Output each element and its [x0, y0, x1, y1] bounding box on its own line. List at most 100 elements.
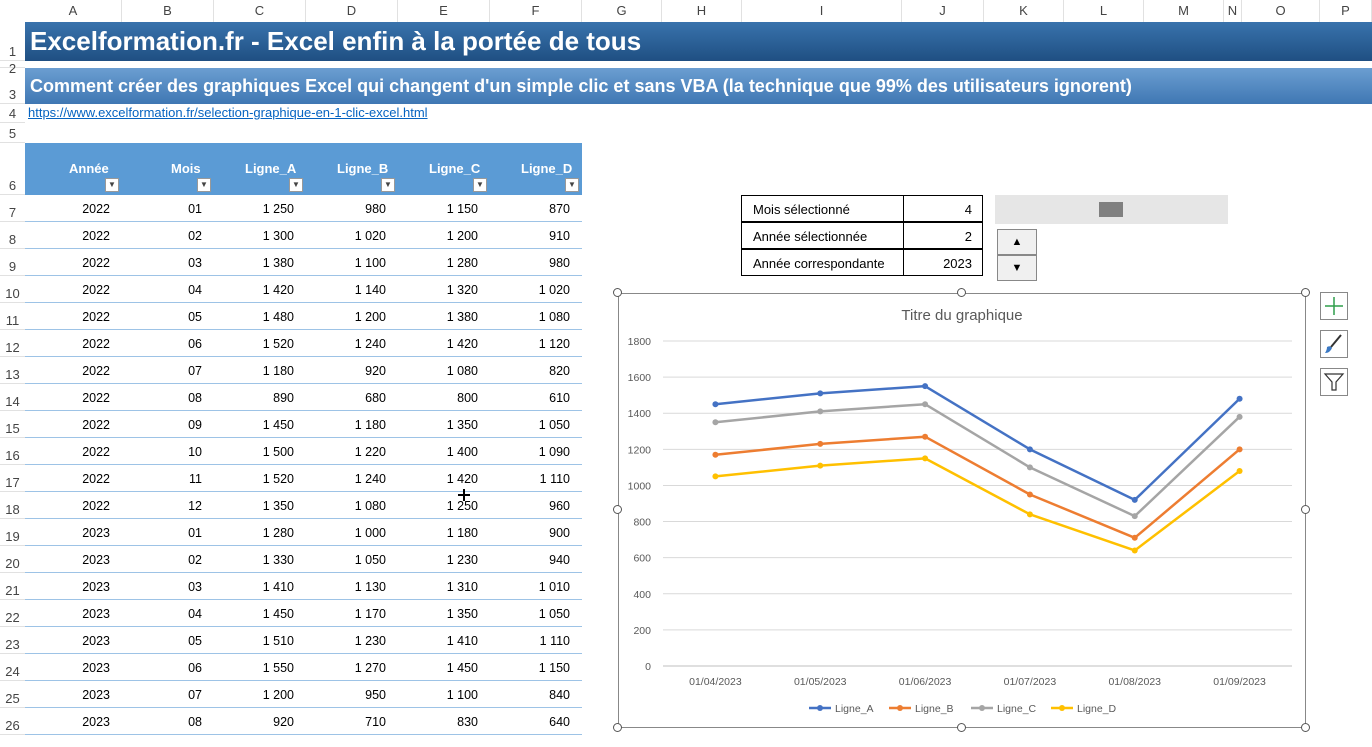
table-cell[interactable]: 1 520 [263, 472, 294, 486]
table-cell[interactable]: 1 350 [447, 418, 478, 432]
column-header-b[interactable]: B [122, 0, 214, 22]
table-cell[interactable]: 12 [188, 499, 202, 513]
table-cell[interactable]: 1 320 [447, 283, 478, 297]
table-cell[interactable]: 1 140 [355, 283, 386, 297]
table-cell[interactable]: 1 450 [263, 418, 294, 432]
table-cell[interactable]: 1 200 [263, 688, 294, 702]
table-cell[interactable]: 1 520 [263, 337, 294, 351]
table-cell[interactable]: 890 [273, 391, 294, 405]
row-header-2[interactable]: 2 [0, 61, 25, 76]
column-header-a[interactable]: A [25, 0, 122, 22]
chart-styles-button[interactable] [1320, 330, 1348, 358]
table-cell[interactable]: 1 130 [355, 580, 386, 594]
table-cell[interactable]: 2022 [82, 229, 110, 243]
table-cell[interactable]: 1 380 [447, 310, 478, 324]
chart-filters-button[interactable] [1320, 368, 1348, 396]
table-cell[interactable]: 1 120 [539, 337, 570, 351]
table-cell[interactable]: 1 420 [263, 283, 294, 297]
table-cell[interactable]: 09 [188, 418, 202, 432]
row-header-14[interactable]: 14 [0, 384, 25, 411]
chart-resize-handle[interactable] [1301, 723, 1310, 732]
table-cell[interactable]: 1 510 [263, 634, 294, 648]
filter-dropdown-button[interactable]: ▼ [105, 178, 119, 192]
filter-dropdown-button[interactable]: ▼ [381, 178, 395, 192]
table-cell[interactable]: 2023 [82, 526, 110, 540]
table-cell[interactable]: 2022 [82, 310, 110, 324]
table-cell[interactable]: 01 [188, 526, 202, 540]
table-cell[interactable]: 1 250 [447, 499, 478, 513]
table-cell[interactable]: 08 [188, 391, 202, 405]
table-cell[interactable]: 640 [549, 715, 570, 729]
table-cell[interactable]: 1 280 [263, 526, 294, 540]
table-cell[interactable]: 800 [457, 391, 478, 405]
table-cell[interactable]: 920 [365, 364, 386, 378]
row-header-8[interactable]: 8 [0, 222, 25, 249]
table-cell[interactable]: 840 [549, 688, 570, 702]
table-cell[interactable]: 01 [188, 202, 202, 216]
chart-resize-handle[interactable] [957, 288, 966, 297]
table-cell[interactable]: 1 450 [447, 661, 478, 675]
column-header-e[interactable]: E [398, 0, 490, 22]
filter-dropdown-button[interactable]: ▼ [473, 178, 487, 192]
column-header-d[interactable]: D [306, 0, 398, 22]
table-cell[interactable]: 2023 [82, 553, 110, 567]
row-header-25[interactable]: 25 [0, 681, 25, 708]
table-cell[interactable]: 1 150 [539, 661, 570, 675]
table-cell[interactable]: 2022 [82, 202, 110, 216]
table-cell[interactable]: 940 [549, 553, 570, 567]
column-header-m[interactable]: M [1144, 0, 1224, 22]
table-cell[interactable]: 1 020 [539, 283, 570, 297]
table-cell[interactable]: 820 [549, 364, 570, 378]
table-cell[interactable]: 11 [189, 472, 202, 486]
table-cell[interactable]: 2022 [82, 472, 110, 486]
table-cell[interactable]: 1 170 [355, 607, 386, 621]
table-cell[interactable]: 1 410 [447, 634, 478, 648]
table-cell[interactable]: 1 250 [263, 202, 294, 216]
table-cell[interactable]: 1 270 [355, 661, 386, 675]
row-header-5[interactable]: 5 [0, 123, 25, 143]
row-header-17[interactable]: 17 [0, 465, 25, 492]
table-cell[interactable]: 1 550 [263, 661, 294, 675]
table-cell[interactable]: 1 240 [355, 337, 386, 351]
table-cell[interactable]: 1 200 [355, 310, 386, 324]
month-scrollbar[interactable] [995, 195, 1228, 224]
table-cell[interactable]: 1 110 [540, 634, 570, 648]
column-header-i[interactable]: I [742, 0, 902, 22]
table-cell[interactable]: 10 [188, 445, 202, 459]
table-cell[interactable]: 1 230 [447, 553, 478, 567]
table-cell[interactable]: 1 380 [263, 256, 294, 270]
table-cell[interactable]: 03 [188, 256, 202, 270]
table-cell[interactable]: 900 [549, 526, 570, 540]
spin-up-button[interactable]: ▲ [997, 229, 1037, 255]
info-value[interactable]: 4 [965, 202, 972, 217]
table-cell[interactable]: 1 230 [355, 634, 386, 648]
row-header-12[interactable]: 12 [0, 330, 25, 357]
table-cell[interactable]: 1 100 [447, 688, 478, 702]
table-cell[interactable]: 1 090 [539, 445, 570, 459]
table-cell[interactable]: 1 110 [540, 472, 570, 486]
row-header-20[interactable]: 20 [0, 546, 25, 573]
article-link[interactable]: https://www.excelformation.fr/selection-… [28, 105, 428, 120]
table-cell[interactable]: 2022 [82, 445, 110, 459]
table-cell[interactable]: 1 420 [447, 472, 478, 486]
table-cell[interactable]: 02 [188, 229, 202, 243]
table-cell[interactable]: 1 200 [447, 229, 478, 243]
table-cell[interactable]: 04 [188, 283, 202, 297]
table-cell[interactable]: 1 280 [447, 256, 478, 270]
column-header-h[interactable]: H [662, 0, 742, 22]
column-header-j[interactable]: J [902, 0, 984, 22]
chart-resize-handle[interactable] [957, 723, 966, 732]
table-cell[interactable]: 1 000 [355, 526, 386, 540]
table-cell[interactable]: 2023 [82, 661, 110, 675]
table-cell[interactable]: 2023 [82, 715, 110, 729]
table-cell[interactable]: 1 180 [355, 418, 386, 432]
info-value[interactable]: 2023 [943, 256, 972, 271]
table-cell[interactable]: 1 450 [263, 607, 294, 621]
table-cell[interactable]: 04 [188, 607, 202, 621]
row-header-22[interactable]: 22 [0, 600, 25, 627]
table-cell[interactable]: 1 080 [355, 499, 386, 513]
table-cell[interactable]: 830 [457, 715, 478, 729]
chart-resize-handle[interactable] [613, 288, 622, 297]
column-header-n[interactable]: N [1224, 0, 1242, 22]
table-cell[interactable]: 2022 [82, 283, 110, 297]
